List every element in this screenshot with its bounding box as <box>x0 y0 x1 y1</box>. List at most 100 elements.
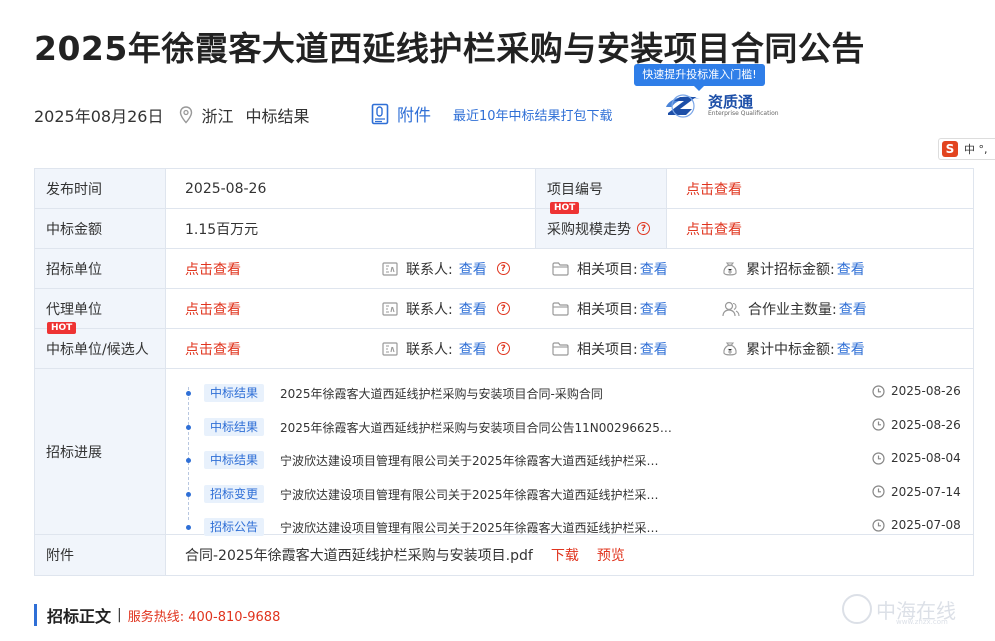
related-projects-link[interactable]: 查看 <box>640 339 668 359</box>
zzt-logo[interactable]: 资质通 Enterprise Qualification <box>662 93 779 119</box>
zzt-en: Enterprise Qualification <box>708 110 779 117</box>
folder-icon <box>552 261 569 276</box>
hot-badge: HOT <box>47 322 77 334</box>
winner-link[interactable]: 点击查看 <box>166 329 382 368</box>
list-item[interactable]: 招标公告 宁波欣达建设项目管理有限公司关于2025年徐霞客大道西延线护栏采… 2… <box>166 510 973 544</box>
table-row: 招标单位 点击查看 联系人: 查看 ? 相关项目: 查看 累计招标金额: 查看 <box>35 249 973 289</box>
publish-date: 2025年08月26日 <box>34 107 164 126</box>
sogou-icon: S <box>942 141 958 157</box>
zzt-logo-icon <box>666 94 700 118</box>
table-row: HOT 中标单位/候选人 点击查看 联系人: 查看 ? 相关项目: 查看 累计中… <box>35 322 973 369</box>
location-pin-icon <box>179 106 193 124</box>
folder-icon <box>552 301 569 316</box>
help-icon[interactable]: ? <box>496 302 510 315</box>
list-item[interactable]: 招标变更 宁波欣达建设项目管理有限公司关于2025年徐霞客大道西延线护栏采… 2… <box>166 477 973 511</box>
folder-icon <box>552 341 569 356</box>
label-winner: HOT 中标单位/候选人 <box>35 322 166 368</box>
attachment-button[interactable]: 附件 <box>371 101 431 126</box>
zzt-tooltip: 快速提升投标准入门槛! <box>634 64 765 91</box>
separator: | <box>117 607 122 623</box>
scale-trend-label: 采购规模走势 <box>547 221 631 238</box>
partners-icon <box>722 301 740 317</box>
table-row: 中标金额 1.15百万元 HOT 采购规模走势 ? 点击查看 <box>35 202 973 249</box>
label-amount: 中标金额 <box>35 209 166 248</box>
label-progress: 招标进展 <box>35 369 166 534</box>
project-number-link[interactable]: 点击查看 <box>667 169 742 208</box>
ime-toolbar[interactable]: S 中 °, <box>938 138 995 160</box>
document-icon <box>371 103 389 124</box>
clock-icon <box>872 485 885 498</box>
table-row: 代理单位 点击查看 联系人: 查看 ? 相关项目: 查看 合作业主数量: 查看 <box>35 289 973 329</box>
status-tag: 招标变更 <box>204 484 265 503</box>
ime-mode: 中 °, <box>964 143 988 156</box>
progress-date: 2025-08-04 <box>872 451 961 465</box>
timeline-dot <box>186 391 191 396</box>
status-tag: 中标结果 <box>204 417 265 436</box>
preview-link[interactable]: 预览 <box>597 545 625 565</box>
attachment-label: 附件 <box>397 106 431 126</box>
agency-link[interactable]: 点击查看 <box>166 289 382 328</box>
contact-view-link[interactable]: 查看 <box>459 299 487 319</box>
help-icon[interactable]: ? <box>637 222 650 235</box>
total-win-label: 累计中标金额: <box>746 341 835 358</box>
progress-date: 2025-07-08 <box>872 518 961 532</box>
list-item[interactable]: 中标结果 宁波欣达建设项目管理有限公司关于2025年徐霞客大道西延线护栏采… 2… <box>166 443 973 477</box>
page-title: 2025年徐霞客大道西延线护栏采购与安装项目合同公告 <box>34 29 865 68</box>
watermark: 中海在线 www.zhzx.com <box>842 594 956 626</box>
attachment-filename: 合同-2025年徐霞客大道西延线护栏采购与安装项目.pdf <box>185 548 533 564</box>
total-win-link[interactable]: 查看 <box>837 339 865 359</box>
zzt-name: 资质通 <box>708 93 754 111</box>
pack-download-link[interactable]: 最近10年中标结果打包下载 <box>453 105 613 124</box>
clock-icon <box>872 418 885 431</box>
service-hotline: 服务热线: 400-810-9688 <box>127 609 281 625</box>
progress-date: 2025-08-26 <box>872 384 961 398</box>
list-item[interactable]: 中标结果 2025年徐霞客大道西延线护栏采购与安装项目合同公告11N002966… <box>166 410 973 444</box>
list-item[interactable]: 中标结果 2025年徐霞客大道西延线护栏采购与安装项目合同-采购合同 2025-… <box>166 376 973 410</box>
section-header: 招标正文 | 服务热线: 400-810-9688 <box>34 603 280 627</box>
scale-trend-link[interactable]: 点击查看 <box>667 209 742 248</box>
progress-date: 2025-07-14 <box>872 485 961 499</box>
contact-card-icon <box>382 341 398 356</box>
clock-icon <box>872 519 885 532</box>
table-row: 发布时间 2025-08-26 项目编号 点击查看 <box>35 169 973 209</box>
tenderer-link[interactable]: 点击查看 <box>166 249 382 288</box>
progress-title[interactable]: 宁波欣达建设项目管理有限公司关于2025年徐霞客大道西延线护栏采… <box>280 486 659 503</box>
meta-bar: 2025年08月26日 浙江 中标结果 <box>34 103 309 127</box>
section-title: 招标正文 <box>47 607 112 626</box>
timeline-dot <box>186 458 191 464</box>
section-bar <box>34 604 37 626</box>
help-icon[interactable]: ? <box>496 262 510 275</box>
related-projects-link[interactable]: 查看 <box>640 259 668 279</box>
watermark-url: www.zhzx.com <box>896 618 948 626</box>
result-type: 中标结果 <box>245 107 310 126</box>
contact-card-icon <box>382 301 398 316</box>
label-scale-trend: HOT 采购规模走势 ? <box>536 202 667 248</box>
watermark-logo-icon <box>842 594 872 624</box>
status-tag: 招标公告 <box>204 518 265 537</box>
download-link[interactable]: 下载 <box>551 545 579 565</box>
help-icon[interactable]: ? <box>496 342 510 355</box>
progress-title[interactable]: 2025年徐霞客大道西延线护栏采购与安装项目合同公告11N00296625… <box>280 419 672 436</box>
related-projects-label: 相关项目: <box>577 261 638 278</box>
progress-title[interactable]: 宁波欣达建设项目管理有限公司关于2025年徐霞客大道西延线护栏采… <box>280 452 659 469</box>
status-tag: 中标结果 <box>204 451 265 470</box>
total-tender-label: 累计招标金额: <box>746 261 835 278</box>
related-projects-link[interactable]: 查看 <box>640 299 668 319</box>
clock-icon <box>872 452 885 465</box>
label-attachment: 附件 <box>35 535 166 575</box>
contact-view-link[interactable]: 查看 <box>459 259 487 279</box>
progress-title[interactable]: 2025年徐霞客大道西延线护栏采购与安装项目合同-采购合同 <box>280 385 603 402</box>
partner-count-link[interactable]: 查看 <box>839 299 867 319</box>
label-tenderer: 招标单位 <box>35 249 166 288</box>
region: 浙江 <box>201 107 234 126</box>
timeline-dot <box>186 525 191 531</box>
total-tender-link[interactable]: 查看 <box>837 259 865 279</box>
contact-view-link[interactable]: 查看 <box>459 339 487 359</box>
timeline-dot <box>186 491 191 497</box>
progress-title[interactable]: 宁波欣达建设项目管理有限公司关于2025年徐霞客大道西延线护栏采… <box>280 519 659 536</box>
contact-label: 联系人: <box>406 301 453 318</box>
amount-value: 1.15百万元 <box>166 209 536 248</box>
money-bag-icon <box>722 261 738 277</box>
status-tag: 中标结果 <box>204 384 265 402</box>
money-bag-icon <box>722 341 738 357</box>
